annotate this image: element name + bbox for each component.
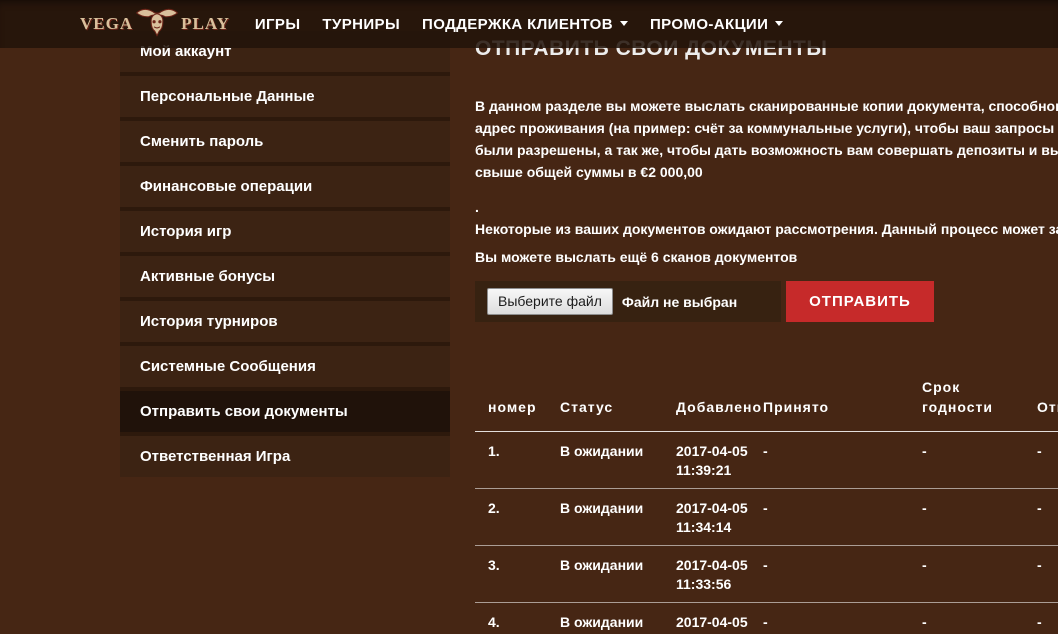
table-row: 4.В ожидании2017-04-05 11:33:18--- — [475, 602, 1058, 634]
table-cell: - — [909, 545, 1024, 603]
sidebar: Мой аккаунт Персональные Данные Сменить па… — [120, 31, 450, 477]
logo-text-right: PLAY — [181, 14, 230, 33]
sidebar-item[interactable]: Сменить пароль — [120, 121, 450, 162]
nav-item[interactable]: ПОДДЕРЖКА КЛИЕНТОВ — [422, 0, 628, 48]
table-cell: - — [1024, 431, 1058, 489]
table-header-cell: Принято — [750, 368, 909, 432]
table-row: 3. В ожидании 2017-04-05 11:33:56- - - — [475, 545, 1058, 603]
table-cell: - — [750, 602, 909, 634]
table-header-cell: Отклонено — [1024, 368, 1058, 432]
file-input[interactable]: Выберите файл Файл не выбран — [475, 281, 781, 322]
nav-item-label: ПРОМО-АКЦИИ — [649, 15, 769, 33]
sidebar-item[interactable]: Системные Сообщения — [120, 346, 450, 387]
table-cell: 2017-04-05 11:33:18 — [663, 602, 750, 634]
table-header-cell: Добавлено — [663, 368, 761, 432]
chevron-down-icon — [775, 20, 784, 30]
sidebar-item[interactable]: Финансовые операции — [120, 166, 450, 207]
sidebar-item[interactable]: Активные бонусы — [120, 256, 450, 297]
table-header-cell: Статус — [547, 368, 663, 432]
paragraph-line: В данном разделе вы можете выслать скани… — [475, 98, 1058, 114]
nav-item[interactable]: ПРОМО-АКЦИИ — [649, 0, 784, 48]
table-cell: 2017-04-05 11:33:56 — [663, 545, 750, 603]
sidebar-item[interactable]: Персональные Данные — [120, 76, 450, 117]
intro-paragraph: В данном разделе вы можете выслать скани… — [475, 95, 1058, 183]
table-cell: 3. — [475, 545, 547, 603]
dot-line: . — [475, 199, 479, 215]
nav-menu: ИГРЫ ТУРНИРЫ ПОДДЕРЖКА КЛИЕНТОВ ПРОМО-АКЦИИ — [255, 0, 784, 48]
paragraph-line: свыше общей суммы в €2 000,00 — [475, 164, 703, 180]
table-cell: 1. — [475, 431, 547, 489]
table-cell: - — [1024, 602, 1058, 634]
documents-table: номер Статус Добавлено Принято Срок годности… — [475, 368, 1058, 634]
table-cell: 4. — [475, 602, 547, 634]
table-header-cell: Срок годности — [909, 368, 1024, 432]
sidebar-item[interactable]: Отправить свои документы — [120, 391, 450, 432]
table-header-row: номер Статус Добавлено Принято Срок годности… — [475, 368, 1058, 432]
table-cell: - — [909, 602, 1024, 634]
nav-item[interactable]: ТУРНИРЫ — [322, 0, 400, 48]
table-row: 2. В ожидании 2017-04-05 11:34:14- - - — [475, 488, 1058, 546]
top-navbar: VEGA PLAY ИГРЫ ТУРНИРЫ ПОДДЕРЖКА КЛИЕНТОВ П… — [0, 0, 1058, 48]
paragraph-line: были разрешены, а так же, чтобы дать воз… — [475, 142, 1058, 158]
table-cell: В ожидании — [547, 488, 663, 546]
table-cell: В ожидании — [547, 431, 663, 489]
main-content: ОТПРАВИТЬ СВОИ ДОКУМЕНТЫ В данном раздел… — [475, 0, 1058, 634]
chevron-down-icon — [619, 20, 628, 30]
table-cell: - — [909, 431, 1024, 489]
no-file-selected-label: Файл не выбран — [621, 293, 738, 310]
paragraph-line: адрес проживания (на пример: счёт за ком… — [475, 120, 1058, 136]
logo[interactable]: VEGA PLAY — [80, 0, 230, 48]
table-cell: 2017-04-05 11:39:21 — [663, 431, 750, 489]
sidebar-item[interactable]: Ответственная Игра — [120, 436, 450, 477]
table-cell: В ожидании — [547, 545, 663, 603]
table-cell: - — [750, 431, 909, 489]
table-cell: - — [1024, 488, 1058, 546]
sidebar-item[interactable]: История игр — [120, 211, 450, 252]
remaining-scans-text: Вы можете выслать ещё 6 сканов документо… — [475, 249, 798, 265]
bull-skull-icon — [135, 8, 179, 37]
nav-item[interactable]: ИГРЫ — [255, 0, 301, 48]
table-cell: - — [1024, 545, 1058, 603]
logo-text-left: VEGA — [80, 14, 134, 33]
nav-item-label: ПОДДЕРЖКА КЛИЕНТОВ — [422, 15, 613, 33]
table-cell: В ожидании — [547, 602, 663, 634]
table-cell: 2. — [475, 488, 547, 546]
choose-file-button[interactable]: Выберите файл — [487, 288, 613, 315]
pending-notice: Некоторые из ваших документов ожидают ра… — [475, 221, 1058, 237]
nav-item-label: ИГРЫ — [254, 15, 301, 33]
upload-row: Выберите файл Файл не выбран ОТПРАВИТЬ — [475, 281, 1058, 322]
table-header-cell: номер — [475, 368, 547, 432]
table-cell: 2017-04-05 11:34:14 — [663, 488, 750, 546]
table-cell: - — [750, 488, 909, 546]
nav-item-label: ТУРНИРЫ — [322, 15, 401, 33]
table-cell: - — [909, 488, 1024, 546]
sidebar-item[interactable]: История турниров — [120, 301, 450, 342]
table-cell: - — [750, 545, 909, 603]
submit-button[interactable]: ОТПРАВИТЬ — [786, 281, 934, 322]
table-row: 1. В ожидании 2017-04-05 11:39:21- - - — [475, 431, 1058, 489]
